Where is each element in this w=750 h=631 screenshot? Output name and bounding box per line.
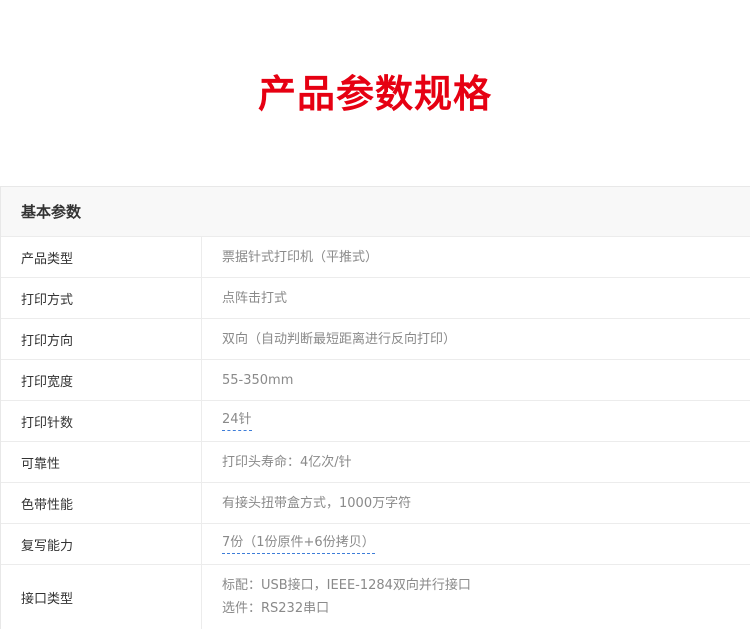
spec-value-text: 有接头扭带盒方式，1000万字符: [222, 495, 412, 511]
spec-value: 55-350mm: [202, 360, 750, 400]
spec-row-interface: 接口类型 标配：USB接口，IEEE-1284双向并行接口 选件：RS232串口: [1, 565, 750, 629]
spec-value: 有接头扭带盒方式，1000万字符: [202, 483, 750, 523]
spec-row-print-direction: 打印方向 双向（自动判断最短距离进行反向打印）: [1, 319, 750, 360]
spec-value-text: 双向（自动判断最短距离进行反向打印）: [222, 331, 457, 347]
spec-value: 标配：USB接口，IEEE-1284双向并行接口 选件：RS232串口: [202, 565, 750, 629]
spec-label: 打印方向: [1, 319, 202, 359]
spec-row-reliability: 可靠性 打印头寿命：4亿次/针: [1, 442, 750, 483]
spec-row-pin-count: 打印针数 24针: [1, 401, 750, 442]
spec-value: 7份（1份原件+6份拷贝）: [202, 524, 750, 564]
spec-label: 打印方式: [1, 278, 202, 318]
spec-value: 票据针式打印机（平推式）: [202, 237, 750, 277]
spec-value-text: 点阵击打式: [222, 290, 288, 306]
page-title: 产品参数规格: [257, 72, 492, 116]
copy-capacity-link[interactable]: 7份（1份原件+6份拷贝）: [222, 534, 375, 554]
spec-label: 复写能力: [1, 524, 202, 564]
spec-row-product-type: 产品类型 票据针式打印机（平推式）: [1, 237, 750, 278]
spec-label: 打印针数: [1, 401, 202, 441]
spec-value: 24针: [202, 401, 750, 441]
spec-value-text: 票据针式打印机（平推式）: [222, 249, 379, 265]
spec-value: 打印头寿命：4亿次/针: [202, 442, 750, 482]
spec-value-text: 打印头寿命：4亿次/针: [222, 454, 352, 470]
section-header: 基本参数: [1, 187, 750, 237]
spec-value: 点阵击打式: [202, 278, 750, 318]
spec-row-copy-capacity: 复写能力 7份（1份原件+6份拷贝）: [1, 524, 750, 565]
spec-table: 基本参数 产品类型 票据针式打印机（平推式） 打印方式 点阵击打式 打印方向 双…: [0, 186, 750, 629]
spec-row-print-width: 打印宽度 55-350mm: [1, 360, 750, 401]
spec-value-line: 选件：RS232串口: [222, 601, 330, 616]
spec-label: 色带性能: [1, 483, 202, 523]
spec-label: 产品类型: [1, 237, 202, 277]
spec-label: 接口类型: [1, 565, 202, 629]
spec-label: 打印宽度: [1, 360, 202, 400]
spec-row-print-method: 打印方式 点阵击打式: [1, 278, 750, 319]
spec-value-text: 55-350mm: [222, 372, 294, 388]
spec-value-line: 标配：USB接口，IEEE-1284双向并行接口: [222, 578, 471, 593]
spec-value: 双向（自动判断最短距离进行反向打印）: [202, 319, 750, 359]
spec-label: 可靠性: [1, 442, 202, 482]
spec-row-ribbon: 色带性能 有接头扭带盒方式，1000万字符: [1, 483, 750, 524]
spin-count-link[interactable]: 24针: [222, 411, 252, 431]
